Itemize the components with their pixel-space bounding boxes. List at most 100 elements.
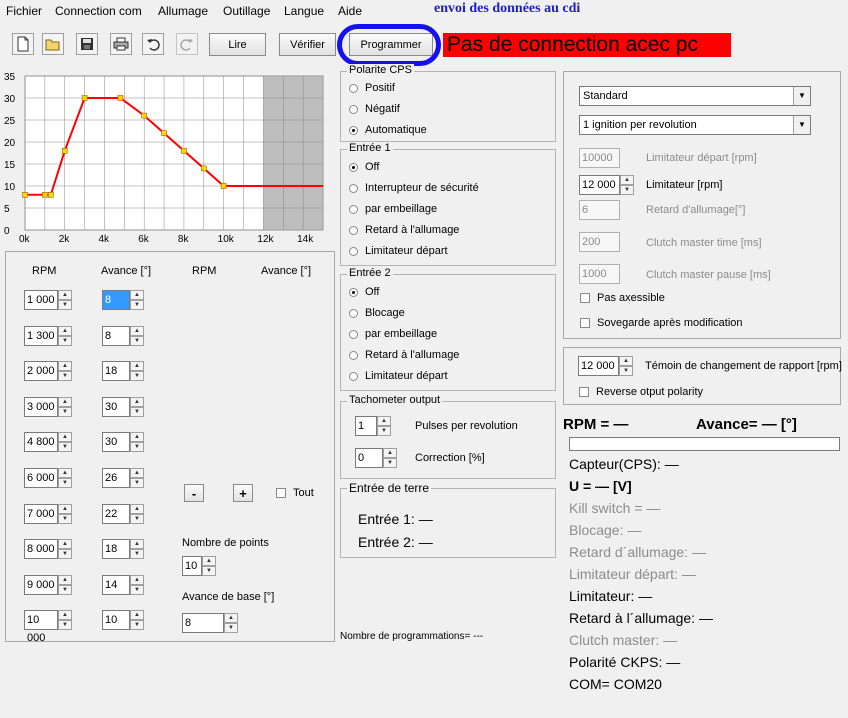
- advance-stepper[interactable]: 8 ▲ ▼: [102, 290, 144, 310]
- rpm-value[interactable]: 4 800: [24, 432, 58, 453]
- rpm-value[interactable]: 3 000: [24, 396, 58, 417]
- advance-value[interactable]: 22: [102, 503, 130, 524]
- nb-points-arrows[interactable]: ▲ ▼: [202, 556, 216, 576]
- advance-value[interactable]: 26: [102, 468, 130, 488]
- stepper-arrows[interactable]: ▲ ▼: [130, 361, 144, 382]
- stepper-arrows[interactable]: ▲ ▼: [130, 503, 144, 524]
- menu-langue[interactable]: Langue: [284, 4, 324, 18]
- advance-stepper[interactable]: 10 ▲ ▼: [102, 610, 144, 631]
- ignition-select[interactable]: 1 ignition per revolution ▼: [579, 115, 811, 135]
- entree2-option[interactable]: Blocage: [349, 307, 405, 319]
- menu-connection-com[interactable]: Connection com: [55, 4, 142, 18]
- correction-stepper[interactable]: 0 ▲ ▼: [355, 448, 397, 468]
- print-icon[interactable]: [110, 33, 132, 55]
- stepper-arrows[interactable]: ▲ ▼: [130, 290, 144, 310]
- curve-point[interactable]: [161, 130, 167, 136]
- radio-button[interactable]: [349, 104, 358, 114]
- radio-button[interactable]: [349, 246, 358, 256]
- radio-button[interactable]: [349, 350, 358, 360]
- entree2-option[interactable]: Off: [349, 286, 379, 298]
- stepper-arrows[interactable]: ▲ ▼: [130, 468, 144, 488]
- verifier-button[interactable]: Vérifier: [279, 33, 336, 56]
- stepper-arrows[interactable]: ▲ ▼: [58, 468, 72, 488]
- new-file-icon[interactable]: [12, 33, 34, 55]
- stepper-arrows[interactable]: ▲ ▼: [130, 574, 144, 595]
- advance-value[interactable]: 30: [102, 396, 130, 417]
- mode-select[interactable]: Standard ▼: [579, 86, 811, 106]
- radio-button[interactable]: [349, 183, 358, 193]
- menu-aide[interactable]: Aide: [338, 4, 362, 18]
- radio-button[interactable]: [349, 162, 358, 172]
- advance-stepper[interactable]: 14 ▲ ▼: [102, 574, 144, 595]
- menu-outillage[interactable]: Outillage: [223, 4, 270, 18]
- rpm-value[interactable]: 1 300: [24, 325, 58, 346]
- correction-arrows[interactable]: ▲ ▼: [383, 448, 397, 468]
- avance-base-arrows[interactable]: ▲ ▼: [224, 613, 238, 633]
- rpm-value[interactable]: 8 000: [24, 539, 58, 560]
- advance-stepper[interactable]: 18 ▲ ▼: [102, 361, 144, 382]
- radio-button[interactable]: [349, 287, 358, 297]
- limitateur-value[interactable]: 12 000: [579, 175, 620, 195]
- lire-button[interactable]: Lire: [209, 33, 266, 56]
- radio-button[interactable]: [349, 329, 358, 339]
- rpm-stepper[interactable]: 2 000 ▲ ▼: [24, 361, 72, 382]
- stepper-arrows[interactable]: ▲ ▼: [58, 290, 72, 310]
- curve-point[interactable]: [48, 192, 54, 198]
- save-icon[interactable]: [76, 33, 98, 55]
- chevron-down-icon[interactable]: ▼: [793, 87, 810, 105]
- advance-value[interactable]: 14: [102, 574, 130, 595]
- curve-point[interactable]: [181, 148, 187, 154]
- radio-button[interactable]: [349, 308, 358, 318]
- entree2-option[interactable]: Retard à l'allumage: [349, 349, 459, 361]
- radio-button[interactable]: [349, 371, 358, 381]
- stepper-arrows[interactable]: ▲ ▼: [130, 432, 144, 453]
- temoin-stepper[interactable]: 12 000 ▲ ▼: [578, 356, 633, 376]
- stepper-arrows[interactable]: ▲ ▼: [58, 432, 72, 453]
- polarite-option[interactable]: Négatif: [349, 103, 400, 115]
- rpm-stepper[interactable]: 8 000 ▲ ▼: [24, 539, 72, 560]
- advance-value[interactable]: 18: [102, 361, 130, 382]
- stepper-arrows[interactable]: ▲ ▼: [58, 503, 72, 524]
- curve-point[interactable]: [220, 183, 227, 189]
- advance-value[interactable]: 18: [102, 539, 130, 560]
- redo-icon[interactable]: [176, 33, 198, 55]
- entree1-option[interactable]: Limitateur départ: [349, 245, 448, 257]
- rpm-value[interactable]: 7 000: [24, 503, 58, 524]
- entree2-option[interactable]: par embeillage: [349, 328, 437, 340]
- rpm-value[interactable]: 10 000: [24, 610, 58, 644]
- advance-stepper[interactable]: 18 ▲ ▼: [102, 539, 144, 560]
- stepper-arrows[interactable]: ▲ ▼: [58, 396, 72, 417]
- rpm-stepper[interactable]: 1 300 ▲ ▼: [24, 325, 72, 346]
- entree1-option[interactable]: Interrupteur de sécurité: [349, 182, 479, 194]
- clutch-time-field[interactable]: 200: [579, 232, 620, 252]
- polarite-option[interactable]: Positif: [349, 82, 395, 94]
- advance-value[interactable]: 30: [102, 432, 130, 453]
- curve-point[interactable]: [22, 192, 28, 198]
- rpm-value[interactable]: 1 000: [24, 290, 58, 310]
- advance-stepper[interactable]: 30 ▲ ▼: [102, 432, 144, 453]
- advance-value[interactable]: 8: [102, 325, 130, 346]
- radio-button[interactable]: [349, 125, 358, 135]
- stepper-arrows[interactable]: ▲ ▼: [58, 325, 72, 346]
- limitateur-arrows[interactable]: ▲ ▼: [620, 175, 634, 195]
- stepper-arrows[interactable]: ▲ ▼: [58, 610, 72, 631]
- rpm-value[interactable]: 9 000: [24, 574, 58, 595]
- add-point-button[interactable]: +: [233, 484, 253, 502]
- advance-stepper[interactable]: 8 ▲ ▼: [102, 325, 144, 346]
- entree1-option[interactable]: par embeillage: [349, 203, 437, 215]
- pulses-stepper[interactable]: 1 ▲ ▼: [355, 416, 391, 436]
- radio-button[interactable]: [349, 204, 358, 214]
- curve-point[interactable]: [42, 192, 48, 198]
- curve-point[interactable]: [141, 112, 147, 119]
- open-folder-icon[interactable]: [42, 33, 64, 55]
- stepper-arrows[interactable]: ▲ ▼: [58, 539, 72, 560]
- stepper-arrows[interactable]: ▲ ▼: [130, 325, 144, 346]
- menu-fichier[interactable]: Fichier: [6, 4, 42, 18]
- rpm-stepper[interactable]: 6 000 ▲ ▼: [24, 468, 72, 488]
- reverse-polarity-checkbox[interactable]: Reverse otput polarity: [579, 386, 703, 398]
- stepper-arrows[interactable]: ▲ ▼: [130, 539, 144, 560]
- rpm-stepper[interactable]: 3 000 ▲ ▼: [24, 396, 72, 417]
- advance-stepper[interactable]: 30 ▲ ▼: [102, 396, 144, 417]
- radio-button[interactable]: [349, 83, 358, 93]
- advance-stepper[interactable]: 22 ▲ ▼: [102, 503, 144, 524]
